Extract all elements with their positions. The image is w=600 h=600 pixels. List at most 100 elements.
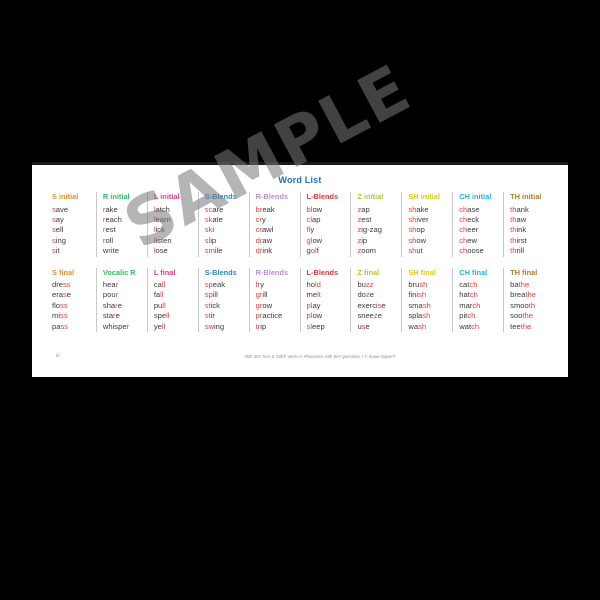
word-item: brush xyxy=(408,280,428,290)
word-column-l-blends: L-Blends hold melt play plow sleep xyxy=(299,267,351,333)
word-item: crawl xyxy=(255,225,274,235)
word-item: ski xyxy=(204,225,214,235)
word-item: speak xyxy=(204,280,225,290)
column-header: TH initial xyxy=(510,192,542,201)
word-item: spell xyxy=(153,311,170,321)
word-column-l-blends: L-Blends blow clap fly glow golf xyxy=(299,192,351,257)
page-title: Word List xyxy=(278,175,322,185)
word-item: swing xyxy=(204,321,225,331)
copyright-credit: #BK-392 Turn & Talk® Verbs in Phonemes w… xyxy=(244,354,396,359)
word-item: hatch xyxy=(459,290,478,300)
word-item: listen xyxy=(153,235,172,245)
word-item: clap xyxy=(306,214,321,224)
word-column-s-blends: S-Blends scare skate ski slip smile xyxy=(197,192,249,257)
word-column-r-blends: R-Blends break cry crawl draw drink xyxy=(248,192,300,257)
column-header: L initial xyxy=(153,192,180,201)
word-item: bathe xyxy=(510,280,530,290)
word-column-s-initial: S initial save say sell sing sit xyxy=(46,192,96,257)
screenshot-stage: Word List S initial save say sell sing sit R i… xyxy=(0,0,600,600)
word-column-th-final: TH final bathe breathe smooth soothe teethe xyxy=(503,267,554,333)
word-item: smile xyxy=(204,246,223,256)
word-item: rest xyxy=(102,225,116,235)
word-item: rake xyxy=(102,204,118,214)
word-item: finish xyxy=(408,290,427,300)
word-item: roll xyxy=(102,235,114,245)
word-item: yell xyxy=(153,321,166,331)
column-header: R-Blends xyxy=(255,192,289,201)
word-item: choose xyxy=(459,246,484,256)
word-item: catch xyxy=(459,280,478,290)
word-item: fly xyxy=(306,225,315,235)
column-header: R initial xyxy=(102,192,130,201)
word-item: think xyxy=(510,225,527,235)
word-item: spill xyxy=(204,290,218,300)
word-item: fall xyxy=(153,290,164,300)
column-header: L-Blends xyxy=(306,267,339,277)
word-item: dress xyxy=(52,280,71,290)
word-item: drink xyxy=(255,246,273,256)
word-item: stir xyxy=(204,311,215,321)
word-item: scare xyxy=(204,204,224,214)
row-spacer xyxy=(46,257,554,268)
word-item: watch xyxy=(459,321,480,331)
word-item: check xyxy=(459,214,480,224)
column-header: CH final xyxy=(459,267,488,277)
word-item: march xyxy=(459,300,481,310)
word-column-s-blends: S-Blends speak spill stick stir swing xyxy=(197,267,249,333)
word-item: play xyxy=(306,300,321,310)
word-item: call xyxy=(153,280,166,290)
word-column-l-initial: L initial latch learn lick listen lose xyxy=(146,192,198,257)
word-column-s-final: S final dress erase floss miss pass xyxy=(46,268,96,333)
word-item: breathe xyxy=(510,290,536,300)
word-item: zig-zag xyxy=(357,225,382,235)
word-item: sit xyxy=(52,246,60,256)
word-item: smash xyxy=(408,300,431,310)
word-item: share xyxy=(102,300,122,310)
word-item: lose xyxy=(153,246,168,256)
word-column-vocalic-r: Vocalic R hear pour share stare whisper xyxy=(95,267,147,333)
word-item: miss xyxy=(52,311,68,321)
word-item: buzz xyxy=(357,280,374,290)
word-item: write xyxy=(102,246,119,256)
word-item: fry xyxy=(255,280,265,290)
word-item: slip xyxy=(204,235,217,245)
word-item: zoom xyxy=(357,246,377,256)
word-item: smooth xyxy=(510,300,536,310)
word-item: pull xyxy=(153,300,166,310)
word-column-r-blends: R-Blends fry grill grow practice trip xyxy=(248,267,300,333)
word-item: shut xyxy=(408,246,423,256)
column-header: Z final xyxy=(357,267,380,277)
word-item: show xyxy=(408,235,427,245)
word-item: floss xyxy=(52,300,68,310)
column-header: S initial xyxy=(52,192,79,201)
page-content: Word List S initial save say sell sing sit R i… xyxy=(32,165,568,377)
word-item: zest xyxy=(357,214,372,224)
word-item: cry xyxy=(255,214,266,224)
word-item: zip xyxy=(357,235,368,245)
word-item: soothe xyxy=(510,311,533,321)
word-column-ch-initial: CH initial chase check cheer chew choose xyxy=(452,192,503,257)
column-header: SH final xyxy=(408,267,436,277)
word-item: exercise xyxy=(357,300,386,310)
column-header: R-Blends xyxy=(255,267,289,277)
word-item: shop xyxy=(408,225,425,235)
word-item: thrill xyxy=(510,246,525,256)
column-header: Z initial xyxy=(357,192,384,201)
column-header: L-Blends xyxy=(306,192,339,201)
word-item: shake xyxy=(408,204,429,214)
word-item: hold xyxy=(306,280,321,290)
word-column-th-initial: TH initial thank thaw think thirst thrill xyxy=(503,192,554,257)
word-item: thank xyxy=(510,204,529,214)
word-item: save xyxy=(52,204,69,214)
word-item: sell xyxy=(52,225,64,235)
word-item: erase xyxy=(52,290,72,300)
word-column-z-final: Z final buzz doze exercise sneeze use xyxy=(350,267,401,333)
word-item: wash xyxy=(408,321,427,331)
word-item: stare xyxy=(102,311,120,321)
word-item: break xyxy=(255,204,275,214)
word-item: chase xyxy=(459,204,480,214)
word-list-page: Word List S initial save say sell sing sit R i… xyxy=(32,162,568,377)
word-item: latch xyxy=(153,204,170,214)
column-header: S-Blends xyxy=(204,192,237,201)
word-item: zap xyxy=(357,204,370,214)
